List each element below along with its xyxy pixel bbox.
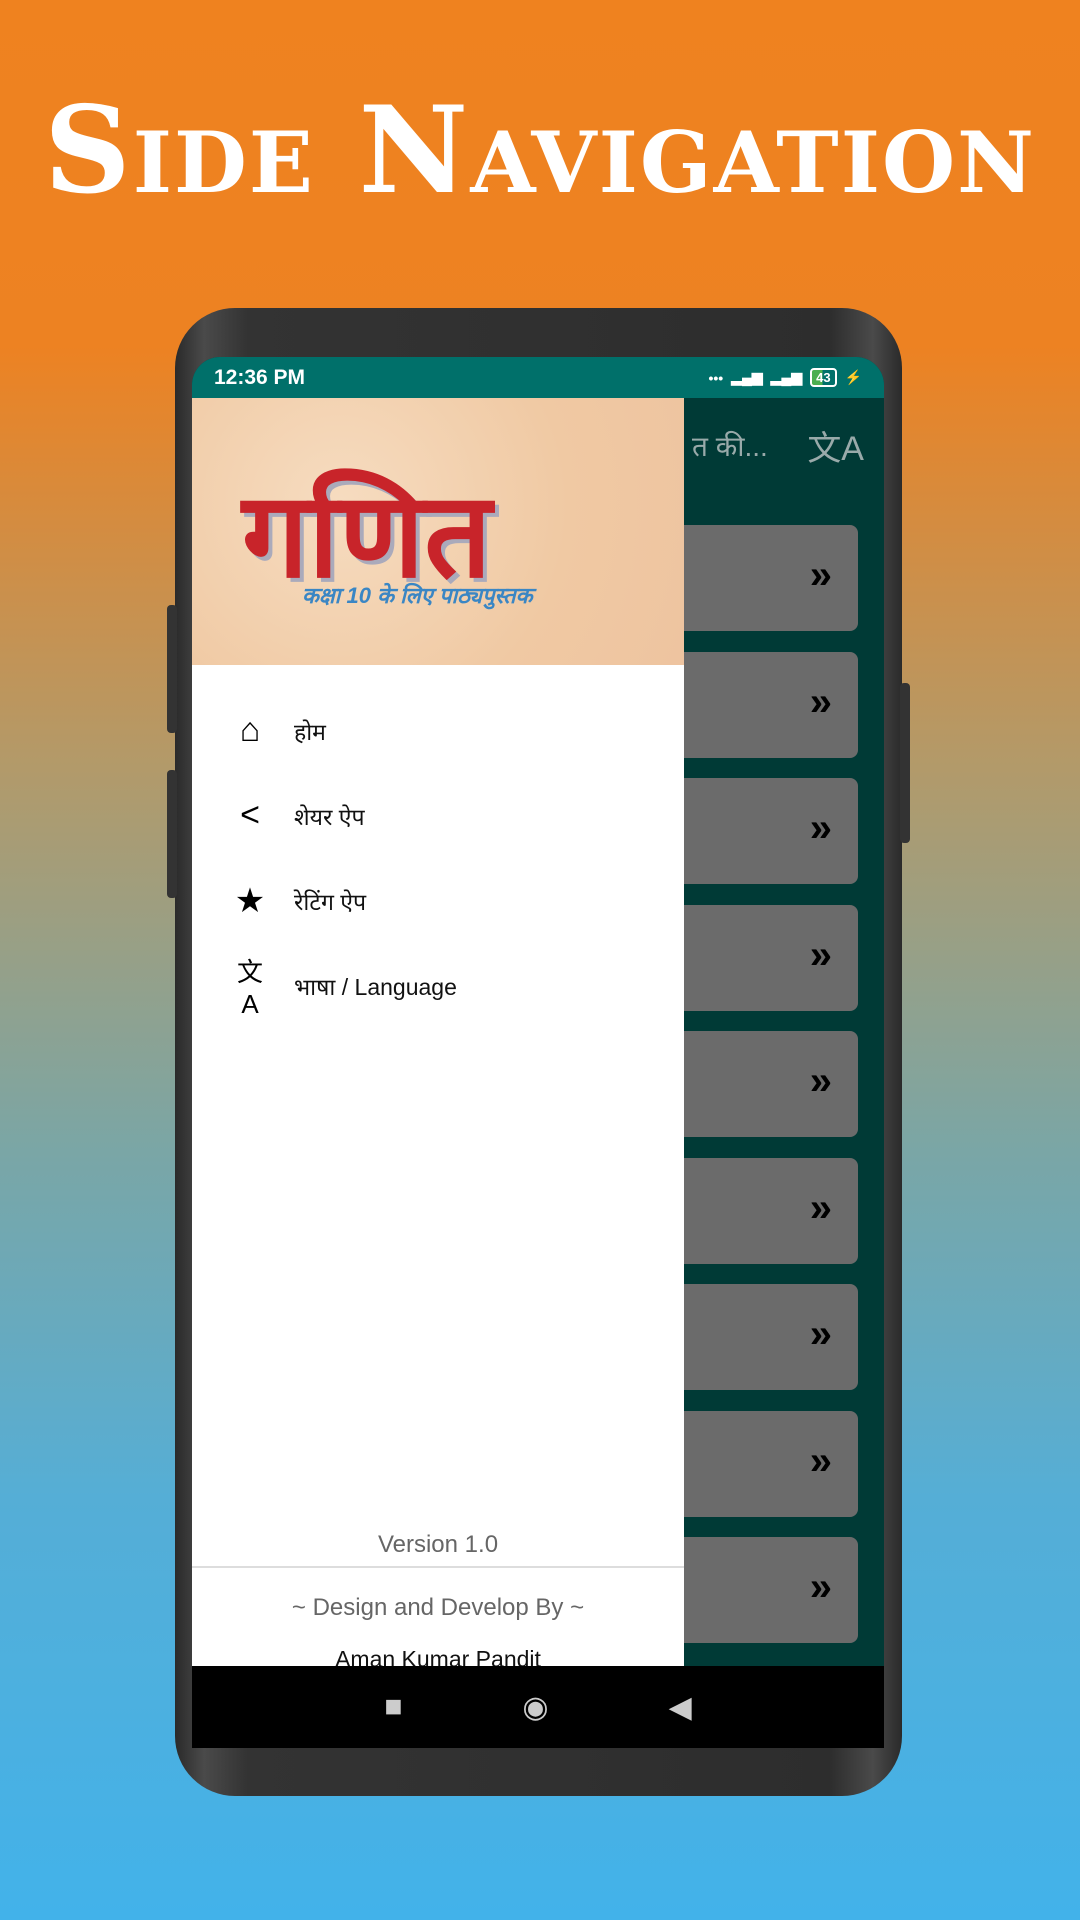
menu-item-label: शेयर ऐप: [294, 803, 365, 830]
double-chevron-right-icon: »: [809, 553, 832, 597]
chapter-card[interactable]: »: [662, 1410, 858, 1517]
credit-text: ~ Design and Develop By ~: [291, 1594, 585, 1621]
double-chevron-right-icon: »: [809, 1438, 832, 1483]
chapter-card[interactable]: »: [662, 1537, 858, 1643]
translate-icon[interactable]: 文A: [807, 421, 864, 470]
chapter-card[interactable]: »: [662, 1157, 858, 1264]
charging-icon: ⚡: [844, 369, 862, 385]
more-icon: •••: [708, 369, 724, 386]
signal-icon: ▂▄▆: [770, 369, 803, 385]
menu-item-label: होम: [294, 718, 326, 745]
phone-screen: 12:36 PM ••• ▂▄▆ ▂▄▆ 43 ⚡ त की... 文A » » » » » » »…: [192, 357, 884, 1748]
volume-button: [167, 770, 177, 898]
double-chevron-right-icon: »: [809, 1565, 832, 1609]
back-button[interactable]: ◀: [669, 1690, 692, 1725]
menu-item-share[interactable]: < शेयर ऐप: [192, 773, 684, 858]
double-chevron-right-icon: »: [809, 1312, 832, 1356]
header-subtitle: कक्षा 10 के लिए पाठ्यपुस्तक: [302, 583, 533, 608]
power-button: [900, 683, 910, 843]
double-chevron-right-icon: »: [809, 679, 832, 724]
drawer-menu: ⌂ होम < शेयर ऐप ★ रेटिंग ऐप 文A भाषा / Langua…: [192, 688, 684, 1028]
volume-button: [167, 605, 177, 733]
double-chevron-right-icon: »: [809, 806, 832, 850]
status-time: 12:36 PM: [214, 365, 306, 389]
battery-icon: 43: [810, 368, 837, 387]
home-button[interactable]: ◉: [522, 1690, 548, 1725]
share-icon: <: [240, 796, 260, 834]
chapter-card[interactable]: »: [662, 651, 858, 758]
home-icon: ⌂: [239, 711, 261, 749]
menu-item-home[interactable]: ⌂ होम: [192, 688, 684, 773]
page-title: Side Navigation: [44, 80, 1036, 221]
menu-item-label: रेटिंग ऐप: [294, 888, 367, 915]
status-bar: 12:36 PM ••• ▂▄▆ ▂▄▆ 43 ⚡: [192, 357, 884, 398]
navigation-drawer: गणित कक्षा 10 के लिए पाठ्यपुस्तक ⌂ होम < श…: [192, 398, 684, 1672]
app-bar-title: त की...: [692, 431, 768, 462]
recents-button[interactable]: ■: [384, 1690, 402, 1724]
double-chevron-right-icon: »: [809, 932, 832, 977]
chapter-card[interactable]: »: [662, 525, 858, 631]
double-chevron-right-icon: »: [809, 1059, 832, 1103]
menu-item-label: भाषा / Language: [294, 973, 457, 1000]
translate-icon: 文A: [236, 956, 263, 1019]
divider: [192, 1566, 684, 1568]
chapter-card[interactable]: »: [662, 1284, 858, 1390]
drawer-header: गणित कक्षा 10 के लिए पाठ्यपुस्तक: [192, 398, 684, 665]
signal-icon: ▂▄▆: [731, 369, 763, 385]
system-nav-bar: ■ ◉ ◀: [192, 1666, 884, 1748]
menu-item-language[interactable]: 文A भाषा / Language: [192, 943, 684, 1028]
chapter-card[interactable]: »: [662, 778, 858, 884]
menu-item-rating[interactable]: ★ रेटिंग ऐप: [192, 858, 684, 943]
double-chevron-right-icon: »: [809, 1185, 832, 1230]
chapter-card[interactable]: »: [662, 1031, 858, 1137]
star-icon: ★: [234, 881, 266, 920]
version-text: Version 1.0: [377, 1531, 499, 1558]
chapter-card[interactable]: »: [662, 904, 858, 1011]
